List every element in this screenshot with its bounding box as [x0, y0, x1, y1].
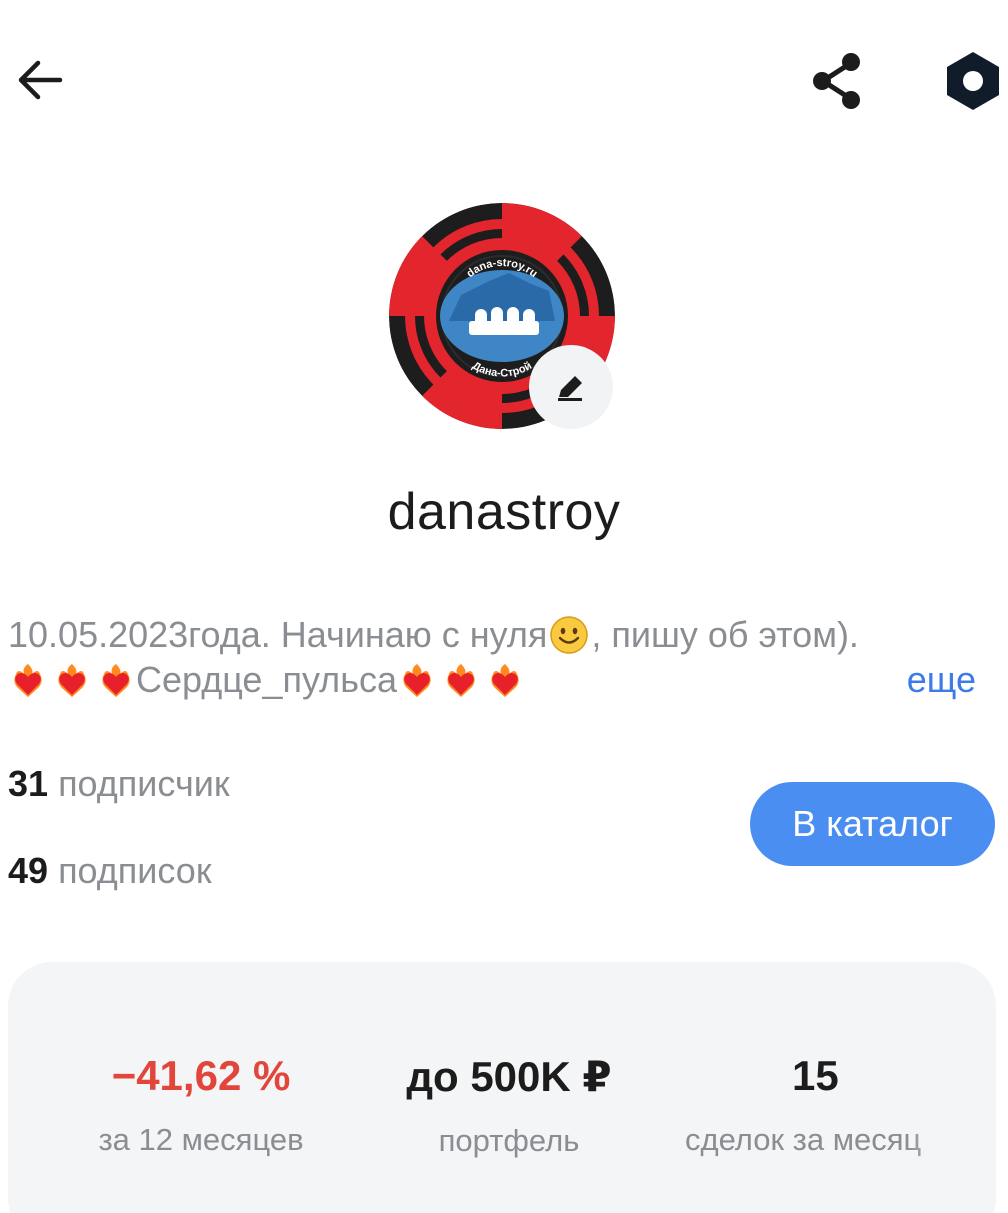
heart-on-fire-emoji-group-right: [397, 660, 525, 700]
top-bar: [0, 0, 1008, 160]
pencil-icon: [558, 376, 582, 401]
username: danastroy: [387, 483, 621, 541]
edit-avatar-button[interactable]: [529, 345, 613, 429]
profile-page: dana-stroy.ru Дана-Строй danastroy 10.05…: [0, 0, 1008, 1213]
settings-button[interactable]: [938, 46, 1008, 116]
catalog-button[interactable]: В каталог: [750, 782, 995, 866]
stats-card: −41,62 % за 12 месяцев до 500K ₽ портфел…: [8, 962, 996, 1213]
followers-count[interactable]: 31 подписчик: [8, 763, 230, 805]
share-button[interactable]: [802, 46, 872, 116]
following-label: подписок: [58, 850, 212, 891]
bio: 10.05.2023года. Начинаю с нуля , пишу об…: [8, 612, 998, 702]
heart-on-fire-emoji-icon: [447, 663, 475, 697]
bio-line-2: Сердце_пульса: [8, 657, 998, 702]
bio-text-1: 10.05.2023года. Начинаю с нуля: [8, 614, 548, 655]
stats-fade-overlay: [906, 962, 996, 1213]
heart-on-fire-emoji-icon: [491, 663, 519, 697]
following-count[interactable]: 49 подписок: [8, 850, 212, 892]
avatar-container: dana-stroy.ru Дана-Строй: [389, 203, 615, 429]
stat-portfolio-value: до 500K ₽: [406, 1053, 612, 1100]
arrow-left-icon: [18, 60, 63, 100]
back-button[interactable]: [10, 50, 70, 110]
smile-emoji-icon: [550, 615, 589, 654]
heart-on-fire-emoji-icon: [14, 663, 42, 697]
stat-portfolio[interactable]: до 500K ₽ портфель: [359, 1052, 659, 1159]
stat-portfolio-label: портфель: [438, 1123, 580, 1158]
bio-more-link[interactable]: еще: [907, 657, 976, 702]
stat-yield-label: за 12 месяцев: [98, 1122, 304, 1157]
followers-number: 31: [8, 763, 49, 804]
heart-on-fire-emoji-group-left: [8, 660, 136, 700]
bio-line-1: 10.05.2023года. Начинаю с нуля , пишу об…: [8, 612, 998, 657]
bio-text-1-after: , пишу об этом).: [591, 614, 859, 655]
stat-yield-value: −41,62 %: [111, 1052, 291, 1099]
heart-on-fire-emoji-icon: [403, 663, 431, 697]
followers-label: подписчик: [58, 763, 230, 804]
share-icon: [813, 53, 860, 109]
hexagon-settings-icon: [947, 52, 999, 110]
heart-on-fire-emoji-icon: [58, 663, 86, 697]
bio-text-2: Сердце_пульса: [136, 659, 397, 700]
following-number: 49: [8, 850, 49, 891]
stat-yield[interactable]: −41,62 % за 12 месяцев: [51, 1052, 351, 1158]
heart-on-fire-emoji-icon: [102, 663, 130, 697]
